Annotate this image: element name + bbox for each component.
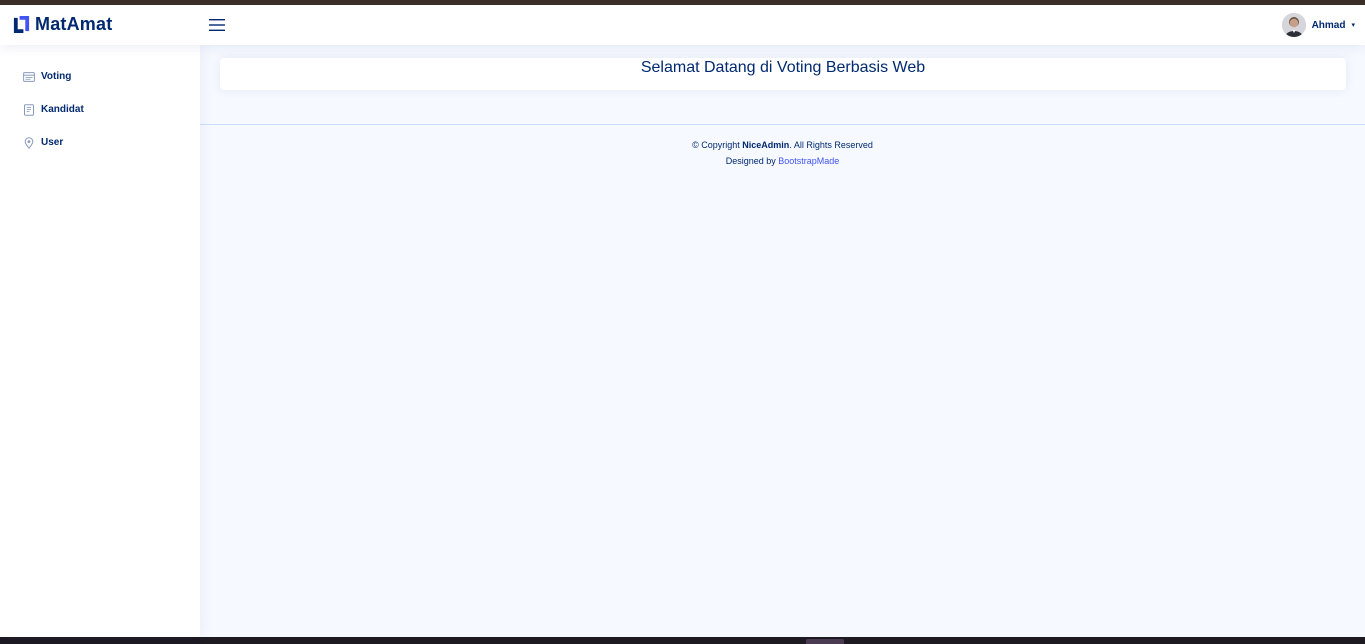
sidebar-item-label: Voting bbox=[41, 71, 72, 82]
top-header: MatAmat Ahmad ▾ bbox=[0, 5, 1365, 45]
sidebar-item-label: User bbox=[41, 137, 64, 148]
hamburger-icon[interactable] bbox=[208, 17, 226, 33]
sidebar-item-user[interactable]: User bbox=[0, 126, 200, 159]
page-title: Selamat Datang di Voting Berbasis Web bbox=[640, 59, 926, 76]
credits-text: Designed by BootstrapMade bbox=[725, 156, 840, 166]
profile-name: Ahmad bbox=[1311, 19, 1346, 31]
copyright-brand: NiceAdmin bbox=[742, 140, 790, 150]
journal-icon bbox=[23, 103, 35, 116]
logo-mark-icon bbox=[13, 15, 30, 34]
sidebar-item-label: Kandidat bbox=[41, 104, 84, 115]
taskbar-active-indicator bbox=[806, 639, 844, 644]
sidebar-item-voting[interactable]: Voting bbox=[0, 60, 200, 93]
os-taskbar-strip bbox=[0, 637, 1365, 644]
layout-icon bbox=[23, 71, 35, 83]
brand-name: MatAmat bbox=[35, 14, 113, 34]
bootstrapmade-link[interactable]: BootstrapMade bbox=[778, 156, 839, 166]
copyright-text: © Copyright NiceAdmin. All Rights Reserv… bbox=[692, 140, 873, 150]
brand-logo[interactable]: MatAmat bbox=[12, 14, 112, 35]
location-pin-icon bbox=[23, 136, 35, 149]
footer: © Copyright NiceAdmin. All Rights Reserv… bbox=[200, 124, 1365, 166]
chevron-down-icon: ▾ bbox=[1351, 22, 1355, 29]
profile-dropdown[interactable]: Ahmad ▾ bbox=[1281, 13, 1355, 37]
sidebar-item-kandidat[interactable]: Kandidat bbox=[0, 93, 200, 126]
sidebar: Voting Kandidat User bbox=[0, 45, 200, 637]
welcome-card: Selamat Datang di Voting Berbasis Web bbox=[220, 58, 1346, 90]
avatar bbox=[1281, 13, 1306, 37]
main-content: Selamat Datang di Voting Berbasis Web © … bbox=[200, 45, 1365, 637]
